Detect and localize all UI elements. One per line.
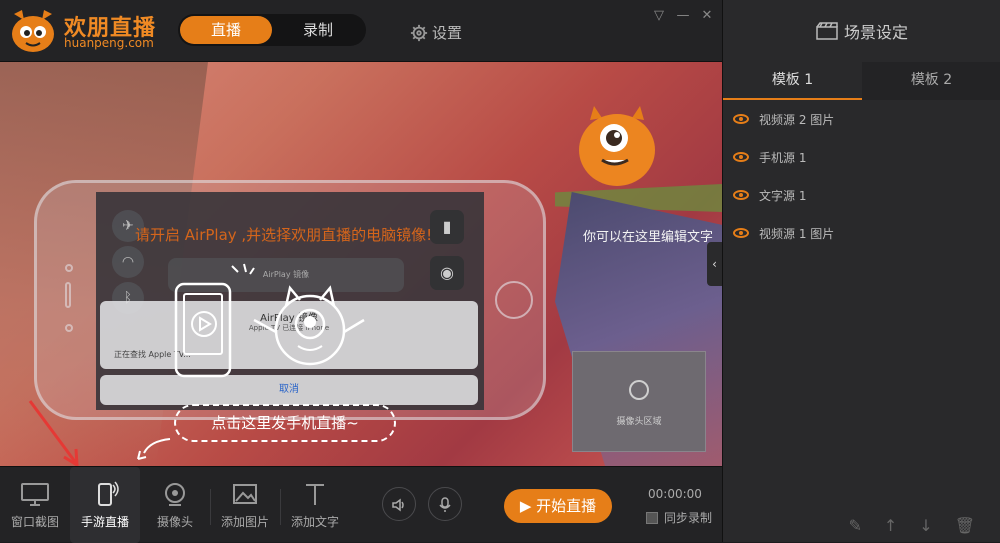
live-preview[interactable]: ✈ ◠ ᛒ ▮ ◉ AirPlay 镜像 请开启 AirPlay ,并选择欢朋直… bbox=[0, 62, 722, 466]
source-actions: ✎ ↑ ↓ 🗑 bbox=[723, 508, 1000, 542]
airplay-prompt: 请开启 AirPlay ,并选择欢朋直播的电脑镜像! bbox=[135, 226, 433, 244]
camera-icon: ◉ bbox=[430, 256, 464, 290]
add-text-button[interactable]: 添加文字 bbox=[280, 467, 350, 543]
mobile-live-label: 手游直播 bbox=[80, 515, 129, 529]
camera-area-label: 摄像头区域 bbox=[616, 417, 662, 427]
settings-label: 设置 bbox=[432, 24, 463, 42]
list-item[interactable]: 手机源 1 bbox=[723, 138, 1000, 176]
phone-button bbox=[65, 264, 73, 272]
mobile-live-button[interactable]: 手游直播 bbox=[70, 467, 140, 543]
window-controls: ▽ — ✕ bbox=[652, 8, 714, 23]
image-icon bbox=[233, 484, 257, 504]
tab-template-2[interactable]: 模板 2 bbox=[862, 62, 1000, 100]
list-item[interactable]: 文字源 1 bbox=[723, 176, 1000, 214]
eye-icon[interactable] bbox=[733, 152, 749, 162]
dropdown-icon[interactable]: ▽ bbox=[652, 8, 666, 23]
add-image-label: 添加图片 bbox=[220, 515, 269, 529]
sync-record-label: 同步录制 bbox=[664, 511, 713, 525]
move-up-icon[interactable]: ↑ bbox=[884, 516, 897, 535]
collapse-panel-button[interactable]: ‹ bbox=[707, 242, 722, 286]
gear-icon bbox=[410, 24, 428, 41]
tab-template-1[interactable]: 模板 1 bbox=[723, 62, 862, 100]
source-list: 视频源 2 图片 手机源 1 文字源 1 视频源 1 图片 bbox=[723, 100, 1000, 252]
camera-area[interactable]: 摄像头区域 bbox=[572, 351, 706, 452]
scene-panel: 场景设定 模板 1 模板 2 视频源 2 图片 手机源 1 文字源 1 视频源 … bbox=[722, 0, 1000, 542]
speaker-icon bbox=[392, 498, 404, 512]
monitor-icon bbox=[21, 483, 49, 506]
flashlight-icon: ▮ bbox=[430, 210, 464, 244]
clapperboard-icon bbox=[816, 22, 838, 40]
template-tabs: 模板 1 模板 2 bbox=[723, 62, 1000, 100]
window-capture-button[interactable]: 窗口截图 bbox=[0, 467, 70, 543]
play-icon: ▶ bbox=[519, 497, 537, 515]
settings-button[interactable]: 设置 bbox=[410, 22, 462, 43]
start-live-button[interactable]: ▶ 开始直播 bbox=[504, 489, 612, 523]
webcam-icon bbox=[165, 483, 185, 506]
doodle-phone-mascot-icon bbox=[174, 263, 365, 378]
bottom-toolbar: 窗口截图 手游直播 摄像头 添加图片 添加文字 ▶ 开始直播 00:00:00 … bbox=[0, 466, 722, 543]
minimize-button[interactable]: — bbox=[676, 8, 690, 23]
arrow-icon bbox=[28, 400, 171, 466]
live-timer: 00:00:00 bbox=[648, 487, 702, 501]
mascot-icon bbox=[579, 106, 655, 186]
eye-icon[interactable] bbox=[733, 114, 749, 124]
microphone-icon bbox=[439, 497, 451, 512]
logo-icon bbox=[12, 10, 54, 52]
editable-text-note[interactable]: 你可以在这里编辑文字 bbox=[583, 228, 713, 248]
eye-icon[interactable] bbox=[733, 190, 749, 200]
text-icon bbox=[306, 484, 324, 505]
source-label: 视频源 2 图片 bbox=[759, 112, 835, 127]
mobile-live-hint: 点击这里发手机直播~ bbox=[174, 404, 396, 442]
start-live-label: 开始直播 bbox=[536, 497, 597, 515]
live-mode-button[interactable]: 直播 bbox=[180, 16, 272, 44]
sync-record-checkbox[interactable]: 同步录制 bbox=[646, 509, 712, 526]
add-text-label: 添加文字 bbox=[290, 515, 339, 529]
mobile-phone-icon bbox=[98, 481, 119, 506]
source-label: 文字源 1 bbox=[759, 188, 807, 203]
mode-switch: 直播 录制 bbox=[178, 14, 366, 46]
close-button[interactable]: ✕ bbox=[700, 8, 714, 23]
source-label: 视频源 1 图片 bbox=[759, 226, 835, 241]
checkbox-icon bbox=[646, 511, 658, 524]
scene-header: 场景设定 bbox=[723, 0, 1000, 62]
list-item[interactable]: 视频源 2 图片 bbox=[723, 100, 1000, 138]
edit-icon[interactable]: ✎ bbox=[848, 516, 861, 535]
move-down-icon[interactable]: ↓ bbox=[919, 516, 932, 535]
list-item[interactable]: 视频源 1 图片 bbox=[723, 214, 1000, 252]
camera-label: 摄像头 bbox=[156, 515, 193, 529]
add-image-button[interactable]: 添加图片 bbox=[210, 467, 280, 543]
app-window: 欢朋直播 huanpeng.com 直播 录制 设置 ▽ — ✕ ✈ ◠ ᛒ ▮… bbox=[0, 0, 1000, 543]
phone-button bbox=[65, 324, 73, 332]
record-mode-button[interactable]: 录制 bbox=[272, 16, 364, 44]
wifi-icon: ◠ bbox=[112, 246, 144, 278]
title-bar: 欢朋直播 huanpeng.com 直播 录制 设置 ▽ — ✕ bbox=[0, 0, 722, 62]
speaker-button[interactable] bbox=[382, 487, 416, 521]
delete-icon[interactable]: 🗑 bbox=[955, 516, 975, 535]
phone-home-button bbox=[495, 281, 533, 319]
brand-domain: huanpeng.com bbox=[64, 36, 154, 50]
microphone-button[interactable] bbox=[428, 487, 462, 521]
window-capture-label: 窗口截图 bbox=[10, 515, 59, 529]
webcam-icon bbox=[629, 380, 649, 400]
phone-button bbox=[65, 282, 71, 308]
camera-button[interactable]: 摄像头 bbox=[140, 467, 210, 543]
eye-icon[interactable] bbox=[733, 228, 749, 238]
scene-title: 场景设定 bbox=[843, 23, 908, 42]
source-label: 手机源 1 bbox=[759, 150, 807, 165]
